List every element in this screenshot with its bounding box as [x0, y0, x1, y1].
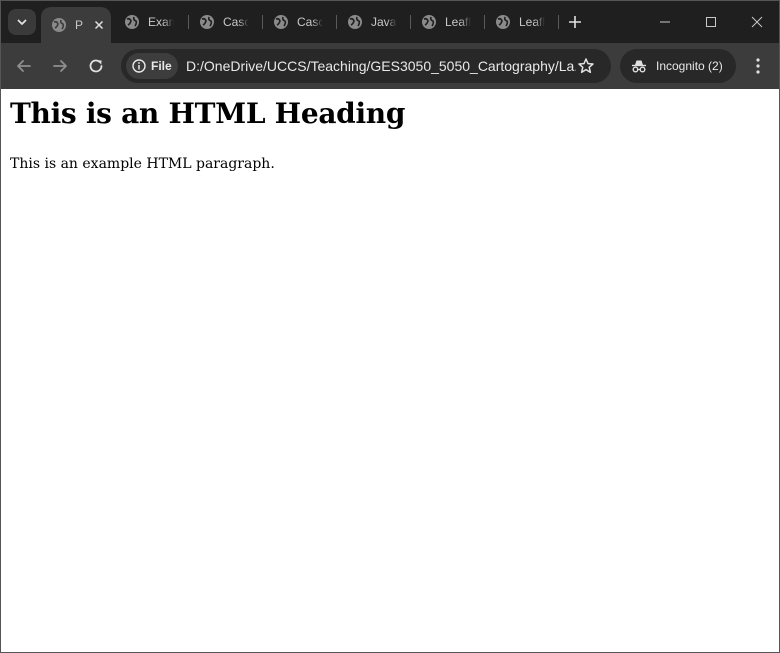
- incognito-icon: [632, 60, 646, 73]
- browser-toolbar: File D:/OneDrive/UCCS/Teaching/GES3050_5…: [1, 43, 779, 89]
- globe-icon: [422, 15, 436, 29]
- back-arrow-icon[interactable]: [14, 56, 34, 76]
- close-tab-icon[interactable]: [91, 17, 107, 33]
- tab-item[interactable]: Exam: [114, 7, 186, 37]
- address-bar[interactable]: File D:/OneDrive/UCCS/Teaching/GES3050_5…: [121, 49, 611, 83]
- page-heading: This is an HTML Heading: [10, 97, 406, 130]
- reload-icon[interactable]: [86, 56, 106, 76]
- tab-item[interactable]: Leafle: [411, 7, 483, 37]
- tab-label: Casca: [297, 15, 323, 29]
- profile-label: Incognito (2): [656, 59, 723, 73]
- globe-icon: [274, 15, 288, 29]
- tab-label: Leafle: [519, 15, 545, 29]
- tab-search-button[interactable]: [8, 9, 36, 35]
- url-text[interactable]: D:/OneDrive/UCCS/Teaching/GES3050_5050_C…: [186, 58, 576, 74]
- maximize-icon[interactable]: [702, 13, 720, 31]
- incognito-profile-button[interactable]: Incognito (2): [620, 49, 736, 83]
- site-info-label: File: [151, 59, 172, 73]
- tab-item[interactable]: Casca: [189, 7, 261, 37]
- tab-label: JavaS: [371, 15, 397, 29]
- globe-icon: [125, 15, 139, 29]
- page-viewport: This is an HTML Heading This is an examp…: [1, 89, 779, 652]
- tab-strip: P Exam Casca Casca: [1, 1, 779, 43]
- globe-icon: [52, 18, 66, 32]
- tab-label: Casca: [223, 15, 249, 29]
- bookmark-star-icon[interactable]: [577, 57, 595, 75]
- tab-item[interactable]: JavaS: [337, 7, 409, 37]
- more-menu-icon[interactable]: [749, 56, 767, 76]
- tab-label: P: [75, 18, 84, 32]
- info-icon: [132, 59, 146, 73]
- tab-item[interactable]: Leafle: [485, 7, 557, 37]
- globe-icon: [348, 15, 362, 29]
- globe-icon: [200, 15, 214, 29]
- browser-window: P Exam Casca Casca: [0, 0, 780, 653]
- site-info-chip[interactable]: File: [126, 53, 178, 79]
- chevron-down-icon: [17, 19, 27, 25]
- forward-arrow-icon[interactable]: [50, 56, 70, 76]
- minimize-icon[interactable]: [656, 13, 674, 31]
- tab-label: Exam: [148, 15, 174, 29]
- new-tab-icon[interactable]: [566, 13, 584, 31]
- close-window-icon[interactable]: [748, 13, 766, 31]
- tab-label: Leafle: [445, 15, 471, 29]
- page-paragraph: This is an example HTML paragraph.: [10, 156, 275, 172]
- globe-icon: [496, 15, 510, 29]
- tab-separator: [558, 15, 559, 29]
- tab-active[interactable]: P: [41, 7, 111, 43]
- tab-item[interactable]: Casca: [263, 7, 335, 37]
